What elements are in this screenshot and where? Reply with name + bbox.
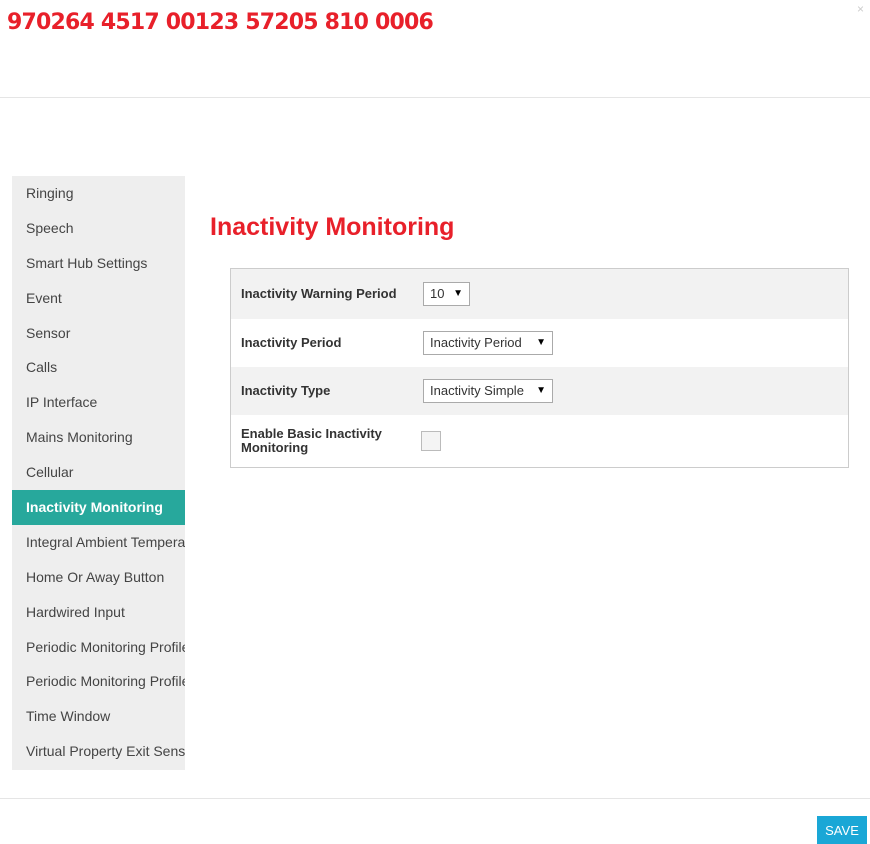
- inactivity-period-value: Inactivity Period: [430, 335, 522, 350]
- dropdown-arrow-icon: ▼: [453, 288, 463, 299]
- sidebar-item-periodic-monitoring-profile-2[interactable]: Periodic Monitoring Profile: [12, 664, 185, 699]
- sidebar-item-ringing[interactable]: Ringing: [12, 176, 185, 211]
- warning-period-label: Inactivity Warning Period: [241, 286, 397, 301]
- inactivity-period-row: Inactivity Period Inactivity Period ▼: [231, 319, 848, 367]
- warning-period-value: 10: [430, 286, 445, 301]
- sidebar-item-event[interactable]: Event: [12, 281, 185, 316]
- sidebar-item-integral-ambient-temperature[interactable]: Integral Ambient Temperature: [12, 525, 185, 560]
- dropdown-arrow-icon: ▼: [536, 385, 546, 396]
- inactivity-type-value: Inactivity Simple: [430, 383, 524, 398]
- sidebar-item-ip-interface[interactable]: IP Interface: [12, 385, 185, 420]
- settings-table: Inactivity Warning Period 10 ▼ Inactivit…: [230, 268, 849, 468]
- settings-sidebar: Ringing Speech Smart Hub Settings Event …: [12, 176, 185, 770]
- modal-header: 970264 4517 00123 57205 810 0006 ×: [0, 0, 870, 98]
- sidebar-item-speech[interactable]: Speech: [12, 211, 185, 246]
- sidebar-item-time-window[interactable]: Time Window: [12, 699, 185, 734]
- basic-inactivity-checkbox[interactable]: [421, 431, 441, 451]
- footer-divider: [0, 798, 870, 799]
- sidebar-item-mains-monitoring[interactable]: Mains Monitoring: [12, 420, 185, 455]
- sidebar-item-calls[interactable]: Calls: [12, 350, 185, 385]
- sidebar-item-home-or-away-button[interactable]: Home Or Away Button: [12, 560, 185, 595]
- warning-period-select[interactable]: 10 ▼: [423, 282, 470, 306]
- basic-inactivity-row: Enable Basic Inactivity Monitoring: [231, 415, 848, 467]
- save-button[interactable]: SAVE: [817, 816, 867, 844]
- inactivity-period-label: Inactivity Period: [241, 335, 342, 350]
- inactivity-type-label: Inactivity Type: [241, 383, 331, 398]
- sidebar-item-periodic-monitoring-profile-1[interactable]: Periodic Monitoring Profile: [12, 630, 185, 665]
- sidebar-item-smart-hub-settings[interactable]: Smart Hub Settings: [12, 246, 185, 281]
- inactivity-type-select[interactable]: Inactivity Simple ▼: [423, 379, 553, 403]
- inactivity-period-select[interactable]: Inactivity Period ▼: [423, 331, 553, 355]
- inactivity-type-row: Inactivity Type Inactivity Simple ▼: [231, 367, 848, 415]
- modal-title: 970264 4517 00123 57205 810 0006: [7, 10, 434, 35]
- section-title: Inactivity Monitoring: [210, 213, 455, 241]
- warning-period-row: Inactivity Warning Period 10 ▼: [231, 269, 848, 319]
- sidebar-item-inactivity-monitoring[interactable]: Inactivity Monitoring: [12, 490, 185, 525]
- close-icon[interactable]: ×: [857, 2, 864, 16]
- dropdown-arrow-icon: ▼: [536, 337, 546, 348]
- sidebar-item-cellular[interactable]: Cellular: [12, 455, 185, 490]
- sidebar-item-virtual-property-exit-sensor[interactable]: Virtual Property Exit Sensor: [12, 734, 185, 769]
- basic-inactivity-label: Enable Basic Inactivity Monitoring: [241, 426, 382, 455]
- sidebar-item-hardwired-input[interactable]: Hardwired Input: [12, 595, 185, 630]
- sidebar-item-sensor[interactable]: Sensor: [12, 316, 185, 351]
